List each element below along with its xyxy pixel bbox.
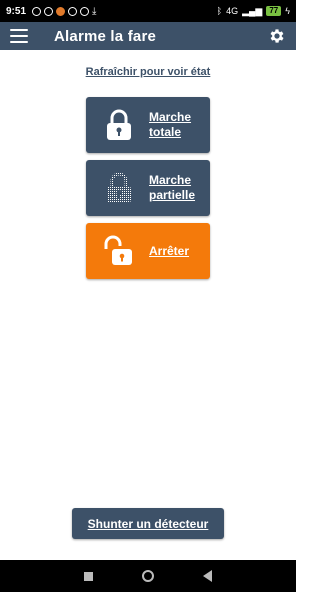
notification-icon [56, 6, 66, 16]
lock-partial-icon [107, 172, 131, 203]
download-icon: ⤓ [92, 5, 97, 17]
arm-total-label: Marche totale [149, 110, 192, 139]
arm-total-button[interactable]: Marche totale [86, 97, 210, 153]
lock-closed-icon [107, 109, 131, 140]
bypass-detector-button[interactable]: Shunter un détecteur [72, 508, 224, 539]
refresh-status-link[interactable]: Rafraîchir pour voir état [0, 66, 296, 78]
network-type: 4G [226, 6, 239, 16]
status-time: 9:51 [6, 5, 27, 17]
arm-partial-button[interactable]: Marche partielle [86, 160, 210, 216]
notification-icon [80, 6, 90, 16]
system-icons: ᛒ 4G ▂▄▆ 77 ϟ [217, 6, 290, 17]
signal-icon: ▂▄▆ [242, 5, 263, 16]
settings-gear-icon[interactable] [268, 27, 286, 45]
system-nav-bar [0, 560, 296, 592]
notification-icon [68, 6, 78, 16]
status-bar: 9:51 ⤓ ᛒ 4G ▂▄▆ 77 ϟ [0, 0, 296, 22]
app-title: Alarme la fare [54, 27, 157, 45]
arm-partial-label: Marche partielle [149, 173, 196, 202]
battery-indicator: 77 [266, 6, 282, 16]
notification-icon [44, 6, 54, 16]
disarm-button[interactable]: Arrêter [86, 223, 210, 279]
notification-icons: ⤓ [32, 6, 96, 17]
menu-icon[interactable] [10, 29, 28, 43]
back-icon[interactable] [202, 570, 212, 582]
notification-icon [32, 6, 42, 16]
disarm-label: Arrêter [149, 243, 190, 258]
app-bar: Alarme la fare [0, 22, 296, 50]
bluetooth-icon: ᛒ [216, 6, 223, 16]
recents-icon[interactable] [84, 571, 94, 581]
lock-open-icon [104, 235, 132, 265]
charging-icon: ϟ [285, 6, 290, 16]
home-icon[interactable] [141, 570, 154, 582]
